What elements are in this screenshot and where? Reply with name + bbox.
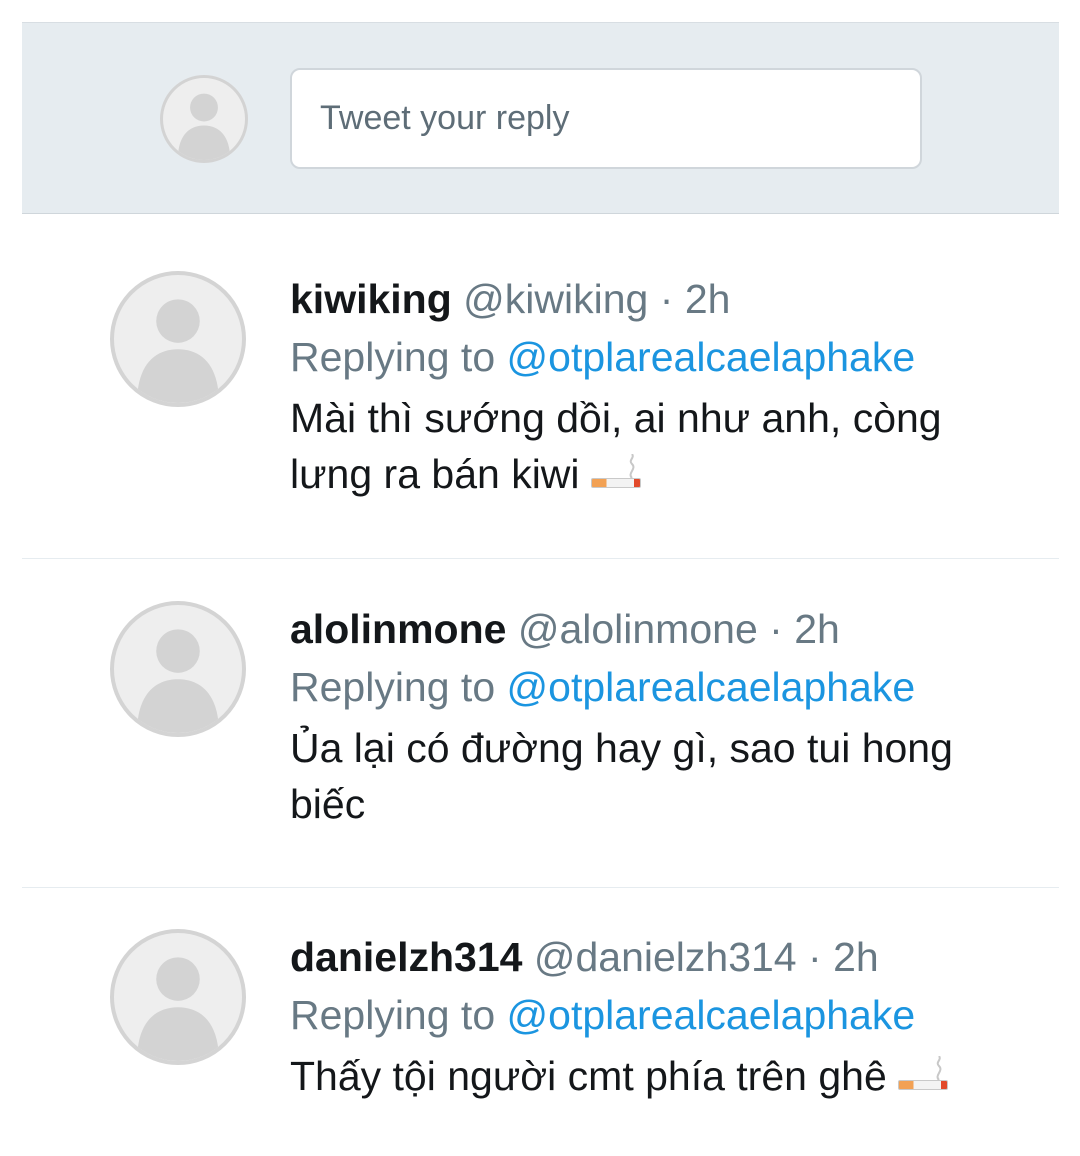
reply-tweet[interactable]: alolinmone @alolinmone · 2h Replying to …	[22, 560, 1059, 888]
replying-to-mention[interactable]: @otplarealcaelaphake	[507, 664, 916, 710]
separator-dot: ·	[808, 934, 822, 980]
reply-composer	[22, 22, 1059, 214]
default-avatar-icon	[137, 629, 219, 733]
tweet-header: kiwiking @kiwiking · 2h	[290, 270, 1019, 328]
user-handle[interactable]: @danielzh314	[534, 934, 797, 980]
separator-dot: ·	[659, 276, 674, 322]
timestamp[interactable]: 2h	[685, 276, 731, 322]
tweet-text-line: Ủa lại có đường hay gì, sao tui hong	[290, 725, 953, 771]
reply-tweet[interactable]: danielzh314 @danielzh314 · 2h Replying t…	[22, 889, 1059, 1156]
tweet-text-line: biếc	[290, 781, 366, 827]
display-name[interactable]: alolinmone	[290, 606, 506, 652]
user-handle[interactable]: @alolinmone	[518, 606, 758, 652]
default-avatar-icon	[137, 299, 219, 403]
tweet-text-line: Mài thì sướng dồi, ai như anh, còng	[290, 395, 942, 441]
timestamp[interactable]: 2h	[833, 934, 879, 980]
tweet-reply-input[interactable]	[290, 68, 922, 169]
separator-dot: ·	[769, 606, 783, 652]
tweet-text: Ủa lại có đường hay gì, sao tui hong biế…	[290, 720, 1019, 832]
tweet-header: danielzh314 @danielzh314 · 2h	[290, 928, 1019, 986]
replying-to-line: Replying to @otplarealcaelaphake	[290, 658, 1019, 716]
tweet-text-line-with-emoji: Thấy tội người cmt phía trên ghê	[290, 1048, 1019, 1104]
replying-to-label: Replying to	[290, 334, 496, 380]
default-avatar-icon	[137, 957, 219, 1061]
replying-to-mention[interactable]: @otplarealcaelaphake	[507, 334, 916, 380]
cigarette-icon	[590, 454, 641, 494]
avatar[interactable]	[110, 601, 246, 737]
tweet-text: Mài thì sướng dồi, ai như anh, còng lưng…	[290, 390, 1019, 502]
replying-to-line: Replying to @otplarealcaelaphake	[290, 986, 1019, 1044]
replying-to-label: Replying to	[290, 664, 496, 710]
default-avatar-icon	[177, 93, 231, 160]
replying-to-label: Replying to	[290, 992, 496, 1038]
replying-to-mention[interactable]: @otplarealcaelaphake	[507, 992, 916, 1038]
cigarette-icon	[898, 1056, 949, 1096]
current-user-avatar[interactable]	[160, 75, 248, 163]
replying-to-line: Replying to @otplarealcaelaphake	[290, 328, 1019, 386]
avatar[interactable]	[110, 271, 246, 407]
reply-tweet[interactable]: kiwiking @kiwiking · 2h Replying to @otp…	[22, 215, 1059, 559]
tweet-header: alolinmone @alolinmone · 2h	[290, 600, 1019, 658]
timestamp[interactable]: 2h	[794, 606, 840, 652]
user-handle[interactable]: @kiwiking	[463, 276, 648, 322]
display-name[interactable]: kiwiking	[290, 276, 452, 322]
tweet-text-line-with-emoji: lưng ra bán kiwi	[290, 446, 1019, 502]
avatar[interactable]	[110, 929, 246, 1065]
tweet-text: Thấy tội người cmt phía trên ghê	[290, 1048, 1019, 1104]
display-name[interactable]: danielzh314	[290, 934, 522, 980]
